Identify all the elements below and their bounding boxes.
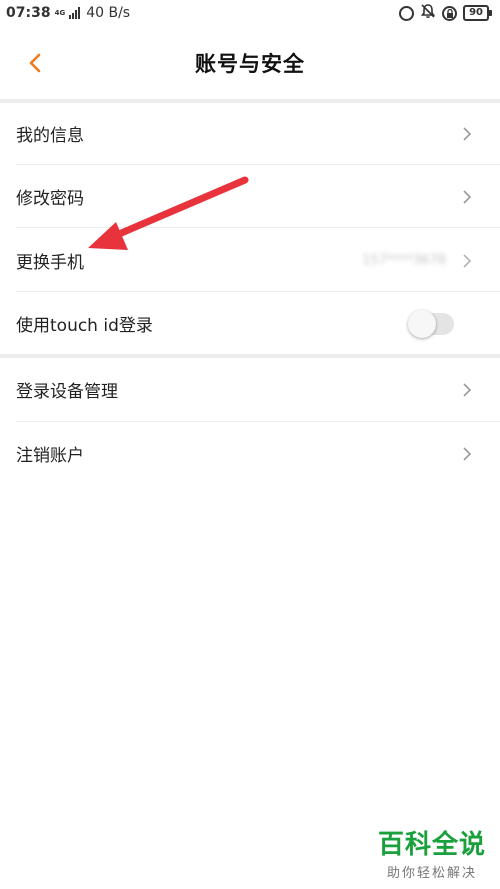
status-right: 90 bbox=[399, 3, 492, 23]
row-change-phone[interactable]: 更换手机 157****3678 bbox=[0, 229, 500, 292]
chevron-right-icon bbox=[460, 444, 474, 464]
touch-id-toggle[interactable] bbox=[408, 309, 454, 338]
status-time: 07:38 bbox=[6, 5, 51, 21]
row-my-info-label: 我的信息 bbox=[16, 126, 84, 146]
toggle-knob bbox=[408, 309, 436, 338]
nav-bar: 账号与安全 bbox=[0, 30, 500, 96]
row-my-info[interactable]: 我的信息 bbox=[0, 102, 500, 165]
lock-rotation-icon bbox=[442, 5, 458, 21]
page-title: 账号与安全 bbox=[195, 52, 305, 76]
row-change-phone-label: 更换手机 bbox=[16, 253, 84, 273]
network-speed: 40 B/s bbox=[86, 5, 131, 21]
row-cancel-account-label: 注销账户 bbox=[16, 446, 84, 466]
row-touch-id: 使用touch id登录 bbox=[0, 292, 500, 355]
chevron-right-icon bbox=[460, 251, 474, 271]
battery-level: 90 bbox=[463, 5, 489, 21]
back-button[interactable] bbox=[20, 48, 50, 78]
watermark-logo: 百科全说 助你轻松解决 bbox=[378, 830, 486, 881]
battery-icon: 90 bbox=[463, 5, 492, 21]
notification-bell-icon bbox=[420, 3, 436, 23]
watermark-title: 百科全说 bbox=[377, 830, 486, 860]
chevron-left-icon bbox=[29, 53, 41, 73]
status-left: 07:38 4G 40 B/s bbox=[6, 5, 130, 21]
chevron-right-icon bbox=[460, 380, 474, 400]
row-change-password[interactable]: 修改密码 bbox=[0, 165, 500, 228]
row-touch-id-label: 使用touch id登录 bbox=[16, 316, 153, 336]
signal-icon bbox=[69, 7, 81, 19]
row-change-password-label: 修改密码 bbox=[16, 189, 84, 209]
watermark-subtitle: 助你轻松解决 bbox=[386, 866, 477, 881]
row-device-management-label: 登录设备管理 bbox=[16, 382, 118, 402]
row-cancel-account[interactable]: 注销账户 bbox=[0, 422, 500, 485]
row-divider bbox=[16, 227, 500, 228]
chevron-right-icon bbox=[460, 187, 474, 207]
masked-phone-number: 157****3678 bbox=[362, 253, 446, 268]
data-saver-icon bbox=[399, 5, 415, 21]
chevron-right-icon bbox=[460, 124, 474, 144]
network-type-badge: 4G bbox=[54, 9, 66, 17]
row-device-management[interactable]: 登录设备管理 bbox=[0, 358, 500, 421]
status-bar: 07:38 4G 40 B/s 90 bbox=[0, 0, 500, 26]
